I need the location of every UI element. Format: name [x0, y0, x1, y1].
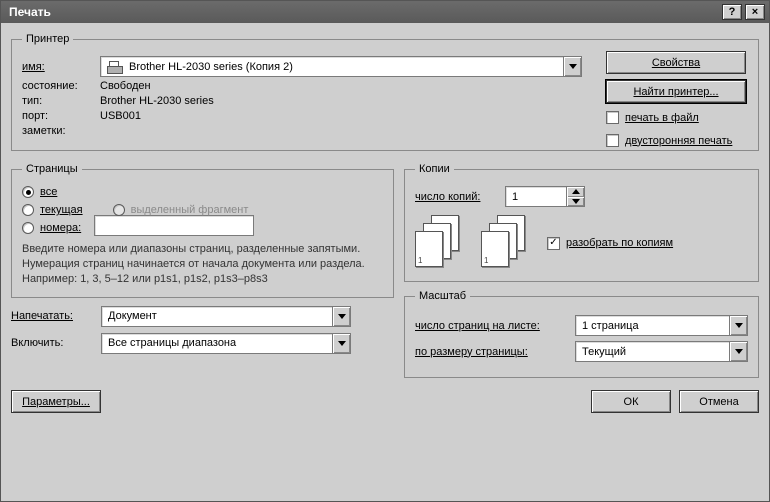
printer-port-value: USB001: [100, 110, 141, 122]
fit-to-page-label: по размеру страницы:: [415, 346, 575, 358]
scale-group: Масштаб число страниц на листе: 1 страни…: [404, 290, 759, 378]
checkbox-box-icon: ✓: [547, 237, 560, 250]
pages-hint: Введите номера или диапазоны страниц, ра…: [22, 242, 383, 287]
copies-value: 1: [506, 187, 566, 206]
properties-button[interactable]: Свойства: [606, 51, 746, 74]
checkbox-box-icon: [606, 134, 619, 147]
help-button[interactable]: ?: [722, 4, 742, 20]
collate-preview-2: 3 2 1: [481, 215, 531, 271]
include-label: Включить:: [11, 337, 101, 349]
close-button[interactable]: ×: [745, 4, 765, 20]
spin-up-icon[interactable]: [567, 187, 584, 197]
printer-legend: Принтер: [22, 33, 73, 45]
printer-type-value: Brother HL-2030 series: [100, 95, 214, 107]
chevron-down-icon: [332, 334, 350, 353]
chevron-down-icon: [729, 342, 747, 361]
spin-down-icon[interactable]: [567, 197, 584, 207]
print-what-label: Напечатать:: [11, 310, 101, 322]
pages-legend: Страницы: [22, 163, 82, 175]
scale-legend: Масштаб: [415, 290, 470, 302]
print-what-combo[interactable]: Документ: [101, 306, 351, 327]
printer-group: Принтер имя: Brother HL-2030 series (Коп…: [11, 33, 759, 151]
printer-name-label: имя:: [22, 61, 100, 73]
find-printer-button[interactable]: Найти принтер...: [606, 80, 746, 103]
chevron-down-icon: [563, 57, 581, 76]
printer-name-combo[interactable]: Brother HL-2030 series (Копия 2): [100, 56, 582, 77]
cancel-button[interactable]: Отмена: [679, 390, 759, 413]
ok-button[interactable]: ОК: [591, 390, 671, 413]
printer-port-label: порт:: [22, 110, 100, 122]
chevron-down-icon: [729, 316, 747, 335]
copies-spinner[interactable]: 1: [505, 186, 585, 207]
printer-name-value: Brother HL-2030 series (Копия 2): [129, 61, 293, 73]
pages-current-radio[interactable]: текущая: [22, 204, 83, 216]
pages-all-radio[interactable]: все: [22, 186, 83, 198]
collate-checkbox[interactable]: ✓ разобрать по копиям: [547, 237, 673, 250]
options-button[interactable]: Параметры...: [11, 390, 101, 413]
print-dialog: Печать ? × Принтер имя: Brother HL-2030 …: [0, 0, 770, 502]
pages-selection-radio: выделенный фрагмент: [113, 204, 249, 216]
print-to-file-checkbox[interactable]: печать в файл: [606, 111, 746, 124]
window-title: Печать: [5, 5, 51, 19]
pages-per-sheet-combo[interactable]: 1 страница: [575, 315, 748, 336]
checkbox-box-icon: [606, 111, 619, 124]
printer-type-label: тип:: [22, 95, 100, 107]
radio-icon: [22, 204, 34, 216]
copies-group: Копии число копий: 1 3: [404, 163, 759, 282]
pages-group: Страницы все текущая: [11, 163, 394, 298]
copies-count-label: число копий:: [415, 191, 505, 203]
pages-per-sheet-label: число страниц на листе:: [415, 320, 575, 332]
fit-to-page-combo[interactable]: Текущий: [575, 341, 748, 362]
close-icon: ×: [752, 6, 758, 18]
pages-numbers-radio[interactable]: номера:: [22, 222, 83, 234]
printer-state-value: Свободен: [100, 80, 151, 92]
radio-icon: [113, 204, 125, 216]
include-combo[interactable]: Все страницы диапазона: [101, 333, 351, 354]
radio-icon: [22, 222, 34, 234]
chevron-down-icon: [332, 307, 350, 326]
copies-legend: Копии: [415, 163, 454, 175]
titlebar: Печать ? ×: [1, 1, 769, 23]
printer-icon: [107, 61, 123, 73]
radio-icon: [22, 186, 34, 198]
printer-state-label: состояние:: [22, 80, 100, 92]
collate-preview-1: 3 2 1: [415, 215, 465, 271]
duplex-checkbox[interactable]: двусторонняя печать: [606, 134, 746, 147]
printer-notes-label: заметки:: [22, 125, 100, 137]
help-icon: ?: [729, 6, 736, 18]
